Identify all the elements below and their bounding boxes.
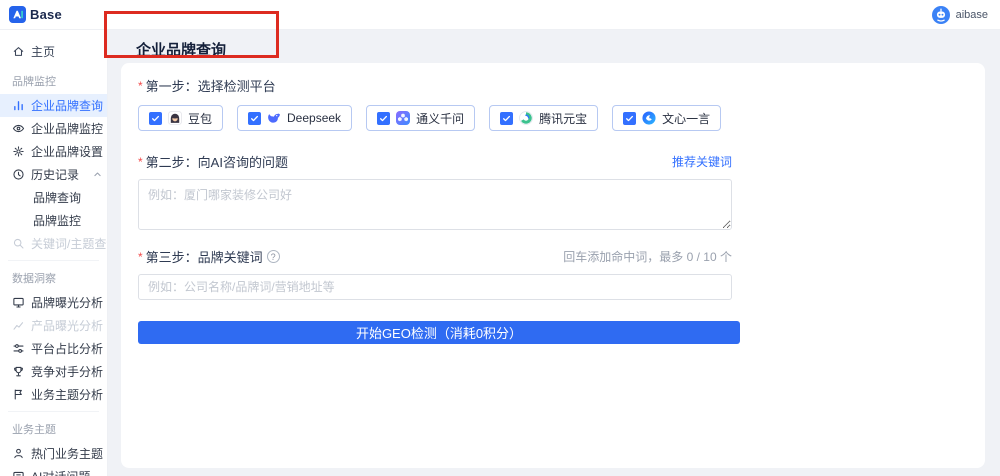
step2-label: * 第二步：向AI咨询的问题 bbox=[138, 154, 288, 171]
sidebar-item-label: 企业品牌查询 bbox=[31, 99, 104, 113]
sidebar-item-brand-monitor[interactable]: 企业品牌监控 bbox=[0, 117, 107, 140]
keyword-hint: 回车添加命中词，最多 0 / 10 个 bbox=[563, 250, 732, 264]
required-asterisk: * bbox=[138, 154, 143, 169]
sidebar-item-label: 热门业务主题 bbox=[31, 447, 104, 461]
logo-icon bbox=[9, 6, 26, 23]
sidebar-item-label: 平台占比分析 bbox=[31, 342, 104, 356]
sidebar-item-label: 产品曝光分析 bbox=[31, 319, 104, 333]
chevron-up-icon bbox=[94, 172, 101, 177]
user-name: aibase bbox=[955, 8, 988, 21]
step1-row: * 第一步：选择检测平台 bbox=[138, 76, 732, 95]
search-icon bbox=[13, 238, 24, 249]
checkbox-checked[interactable] bbox=[149, 111, 162, 125]
sidebar-subitem-history-query[interactable]: 品牌查询 bbox=[0, 186, 107, 209]
flag-icon bbox=[14, 389, 22, 400]
step3-label: * 第三步：品牌关键词 ? bbox=[138, 247, 280, 266]
checkbox-checked[interactable] bbox=[248, 111, 262, 125]
required-asterisk: * bbox=[138, 78, 143, 93]
sidebar-subitem-history-monitor[interactable]: 品牌监控 bbox=[0, 209, 107, 232]
query-form-card: * 第一步：选择检测平台 豆包 Deepseek 通义千问 腾讯元宝 文心一言 … bbox=[121, 63, 985, 468]
platform-label: 腾讯元宝 bbox=[539, 111, 588, 126]
monitor-icon bbox=[13, 297, 24, 308]
sidebar-section-insight: 数据洞察 bbox=[12, 273, 56, 285]
brand-keyword-input[interactable] bbox=[138, 274, 732, 300]
platform-label: 通义千问 bbox=[416, 111, 465, 126]
sidebar-section-topic: 业务主题 bbox=[12, 424, 56, 436]
step2-row: * 第二步：向AI咨询的问题 推荐关键词 bbox=[138, 152, 732, 171]
sidebar-item-label: 品牌监控 bbox=[33, 214, 82, 228]
sidebar-item-label: 竞争对手分析 bbox=[31, 365, 104, 379]
question-textarea[interactable] bbox=[138, 179, 732, 230]
home-icon bbox=[13, 47, 24, 56]
trophy-icon bbox=[14, 366, 23, 377]
required-asterisk: * bbox=[138, 249, 143, 264]
sidebar-item-label: 企业品牌监控 bbox=[31, 122, 104, 136]
sidebar-item-label: AI对话问题 bbox=[31, 468, 90, 476]
doubao-icon bbox=[168, 111, 182, 125]
help-icon[interactable]: ? bbox=[266, 250, 280, 263]
person-icon bbox=[14, 448, 23, 459]
sliders-icon bbox=[13, 344, 24, 353]
app-logo[interactable]: Base bbox=[9, 6, 62, 23]
logo-text: Base bbox=[30, 7, 62, 22]
wenxin-icon bbox=[642, 111, 656, 125]
clock-icon bbox=[13, 169, 24, 180]
sidebar-item-brand-settings[interactable]: 历史记录 企业品牌设置 bbox=[0, 140, 107, 163]
start-geo-check-button[interactable]: 开始GEO检测（消耗0积分） bbox=[138, 321, 740, 344]
sidebar-item-home[interactable]: 主页 bbox=[0, 39, 107, 64]
sidebar-item-brand-exposure[interactable]: 品牌曝光分析 bbox=[0, 291, 107, 314]
sidebar-item-label: 历史记录 bbox=[31, 168, 80, 182]
platform-option-doubao[interactable]: 豆包 bbox=[138, 105, 224, 131]
sidebar-section-brand-monitor: 品牌监控 bbox=[12, 76, 56, 88]
main-area: 企业品牌查询 检测您的品牌在AI搜索引擎中的排名表现 * 第一步：选择检测平台 bbox=[109, 30, 1000, 476]
eye-icon bbox=[12, 124, 25, 133]
checkbox-checked[interactable] bbox=[377, 111, 391, 125]
platform-option-wenxin[interactable]: 文心一言 bbox=[612, 105, 722, 131]
deepseek-icon bbox=[268, 113, 280, 123]
step1-label: * 第一步：选择检测平台 bbox=[138, 78, 276, 95]
sidebar-item-topic-analysis[interactable]: 业务主题分析 bbox=[0, 383, 107, 406]
sidebar-item-product-exposure[interactable]: 产品曝光分析 bbox=[0, 314, 107, 337]
user-menu[interactable]: aibase bbox=[931, 5, 988, 24]
step3-row: * 第三步：品牌关键词 ? 回车添加命中词，最多 0 / 10 个 bbox=[138, 247, 732, 266]
sidebar-item-label: 企业品牌设置 bbox=[31, 145, 104, 159]
user-avatar bbox=[931, 5, 950, 24]
sidebar-item-history[interactable]: 历史记录 bbox=[0, 163, 107, 186]
platform-checkbox-group: 豆包 Deepseek 通义千问 腾讯元宝 文心一言 bbox=[138, 105, 732, 131]
recommend-keywords-link[interactable]: 推荐关键词 bbox=[672, 153, 732, 170]
sidebar-item-ai-questions[interactable]: AI对话问题 bbox=[0, 465, 107, 476]
bar-chart-icon bbox=[14, 101, 23, 111]
platform-option-tongyi[interactable]: 通义千问 bbox=[366, 105, 476, 131]
sidebar: 主页 品牌监控 企业品牌查询 企业品牌监控 历史记录 企业品牌设置 历史记录 bbox=[0, 30, 108, 476]
sidebar-item-brand-query[interactable]: 企业品牌查询 bbox=[0, 94, 107, 117]
sidebar-item-hot-topics[interactable]: 热门业务主题 bbox=[0, 442, 107, 465]
sidebar-item-competitor[interactable]: 竞争对手分析 bbox=[0, 360, 107, 383]
sidebar-item-platform-share[interactable]: 平台占比分析 bbox=[0, 337, 107, 360]
top-header: Base aibase bbox=[0, 0, 1000, 30]
sidebar-item-label: 主页 bbox=[31, 45, 56, 59]
sidebar-item-keyword-search[interactable]: 关键词/主题查询 bbox=[0, 232, 107, 255]
checkbox-checked[interactable] bbox=[500, 111, 514, 125]
sidebar-item-label: 关键词/主题查询 bbox=[31, 237, 107, 251]
page-title: 企业品牌查询 bbox=[136, 42, 227, 59]
platform-label: Deepseek bbox=[287, 111, 342, 125]
chat-icon bbox=[13, 471, 24, 476]
tongyi-icon bbox=[396, 111, 411, 125]
sidebar-item-label: 品牌曝光分析 bbox=[31, 296, 104, 310]
line-chart-icon bbox=[13, 322, 24, 330]
yuanbao-icon bbox=[519, 111, 533, 125]
checkbox-checked[interactable] bbox=[623, 111, 637, 125]
platform-option-yuanbao[interactable]: 腾讯元宝 bbox=[489, 105, 599, 131]
platform-option-deepseek[interactable]: Deepseek bbox=[237, 105, 353, 131]
platform-label: 豆包 bbox=[188, 111, 213, 126]
platform-label: 文心一言 bbox=[662, 111, 711, 126]
gear-icon bbox=[13, 146, 24, 157]
sidebar-item-label: 品牌查询 bbox=[33, 191, 82, 205]
sidebar-item-label: 业务主题分析 bbox=[31, 388, 104, 402]
